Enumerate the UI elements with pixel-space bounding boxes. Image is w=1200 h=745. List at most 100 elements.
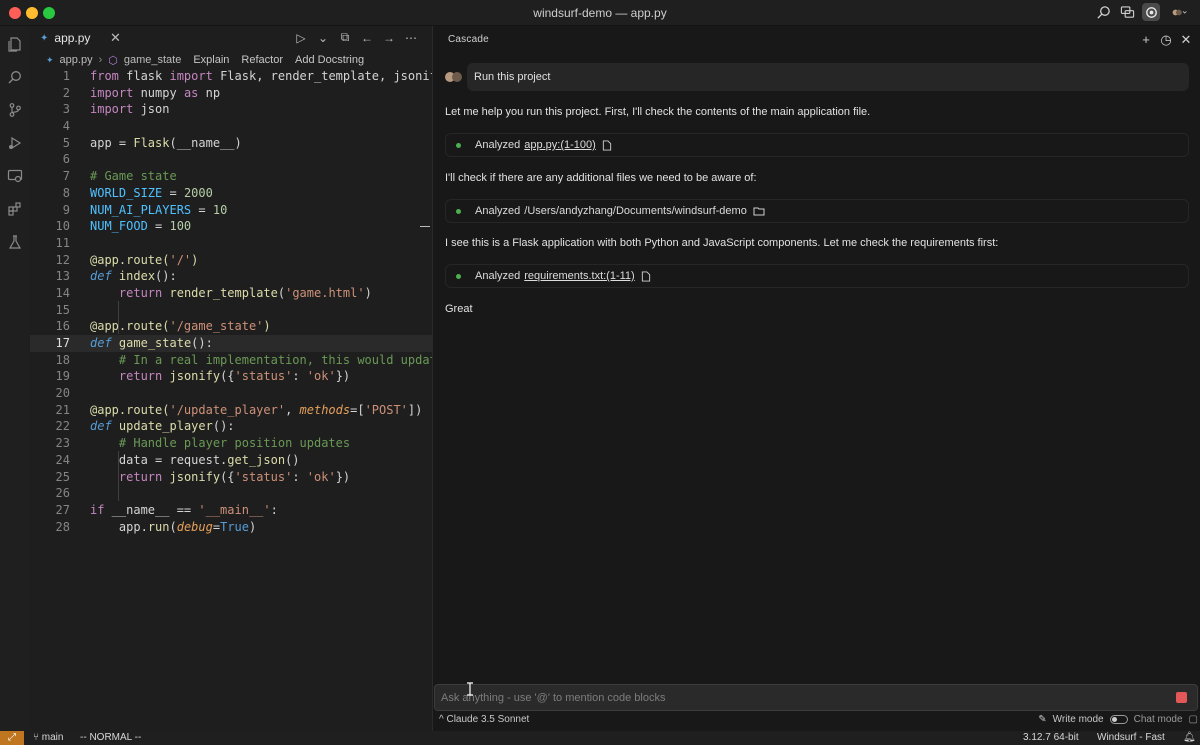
search-icon[interactable] xyxy=(1094,3,1112,21)
code-line: 20 xyxy=(55,386,70,401)
stop-generation-button[interactable] xyxy=(1176,692,1187,703)
notifications-bell-icon[interactable]: 🔔︎ xyxy=(1183,732,1196,743)
step-label: Analyzed xyxy=(475,139,521,151)
success-status-icon xyxy=(456,273,461,279)
chat-mode-label[interactable]: Chat mode xyxy=(1134,714,1183,725)
success-status-icon xyxy=(456,142,461,148)
assistant-message: I'll check if there are any additional f… xyxy=(445,172,757,184)
source-control-icon[interactable] xyxy=(5,100,25,120)
code-line: 9 NUM_AI_PLAYERS = 10 xyxy=(62,202,228,217)
testing-flask-icon[interactable] xyxy=(5,232,25,252)
breadcrumb-file[interactable]: app.py xyxy=(60,54,93,66)
remote-connection-icon[interactable]: ⤢ xyxy=(0,731,24,745)
code-line: 15 xyxy=(55,302,70,317)
code-line: 5 app = Flask(__name__) xyxy=(62,135,242,150)
code-line: 13 def index(): xyxy=(55,269,177,284)
tool-step-analyzed[interactable]: Analyzed /Users/andyzhang/Documents/wind… xyxy=(445,199,1189,223)
code-line: 23 # Handle player position updates xyxy=(55,436,351,451)
file-icon xyxy=(602,139,611,151)
code-line: 4 xyxy=(62,119,70,134)
user-message-bubble: Run this project xyxy=(467,63,1189,91)
user-avatar-icon xyxy=(445,72,462,82)
run-options-chevron-icon[interactable]: ⌄ xyxy=(316,31,330,45)
new-conversation-icon[interactable]: + xyxy=(1140,32,1152,48)
code-line: 3 import json xyxy=(62,102,170,117)
windsurf-status[interactable]: Windsurf - Fast xyxy=(1097,732,1165,743)
user-message: Run this project xyxy=(445,63,1189,91)
tool-step-analyzed[interactable]: Analyzed requirements.txt:(1-11) xyxy=(445,264,1189,288)
step-label: Analyzed xyxy=(475,270,521,282)
cascade-panel: Cascade + ◷ ✕ Run this project Let me he… xyxy=(432,26,1200,731)
breadcrumb: ✦ app.py › ⬡ game_state Explain Refactor… xyxy=(46,52,364,68)
code-line: 21 @app.route('/update_player', methods=[… xyxy=(55,402,423,417)
code-line: 2 import numpy as np xyxy=(62,85,221,100)
breadcrumb-symbol[interactable]: game_state xyxy=(124,54,181,66)
write-mode-label[interactable]: Write mode xyxy=(1053,714,1104,725)
mode-toggle[interactable] xyxy=(1109,715,1128,724)
edit-pencil-icon: ✎ xyxy=(1038,714,1047,725)
code-line: 14 return render_template('game.html') xyxy=(55,285,372,300)
python-interpreter[interactable]: 3.12.7 64-bit xyxy=(1023,732,1079,743)
tab-app-py[interactable]: ✦ app.py ✕ xyxy=(40,26,140,50)
close-tab-icon[interactable]: ✕ xyxy=(110,30,121,46)
step-file-link[interactable]: app.py:(1-100) xyxy=(524,139,596,151)
code-line: 24 data = request.get_json() xyxy=(55,452,300,467)
account-avatar-icon[interactable] xyxy=(1166,3,1192,21)
code-line: 27 if __name__ == '__main__': xyxy=(55,502,278,517)
code-line: 8 WORLD_SIZE = 2000 xyxy=(62,185,213,200)
codelens-refactor[interactable]: Refactor xyxy=(241,54,283,66)
code-line: 26 xyxy=(55,486,70,501)
git-branch-icon: ⑂ xyxy=(33,732,42,743)
code-line: 7 # Game state xyxy=(62,169,177,184)
history-icon[interactable]: ◷ xyxy=(1160,32,1172,48)
chat-bubble-icon: ▢ xyxy=(1188,714,1198,725)
code-area[interactable]: 1 from flask import Flask, render_templat… xyxy=(30,68,452,535)
breadcrumb-separator-icon: › xyxy=(98,54,103,66)
code-line: 22 def update_player(): xyxy=(55,419,235,434)
chat-icon[interactable] xyxy=(1118,3,1136,21)
chat-input-container xyxy=(434,684,1198,711)
go-forward-icon[interactable]: → xyxy=(382,31,396,45)
activity-bar xyxy=(0,26,30,731)
code-line: 12 @app.route('/') xyxy=(55,252,199,267)
chat-input[interactable] xyxy=(441,690,1161,706)
cascade-title: Cascade xyxy=(448,34,489,45)
code-line: 6 xyxy=(62,152,70,167)
code-line: 18 # In a real implementation, this woul… xyxy=(55,352,445,367)
search-view-icon[interactable] xyxy=(5,67,25,87)
code-line: 25 return jsonify({'status': 'ok'}) xyxy=(55,469,351,484)
code-line: 19 return jsonify({'status': 'ok'}) xyxy=(55,369,351,384)
vim-mode-indicator: -- NORMAL -- xyxy=(80,732,142,743)
file-icon xyxy=(641,270,650,282)
git-branch[interactable]: ⑂ main xyxy=(33,732,63,743)
extensions-icon[interactable] xyxy=(5,199,25,219)
tool-step-analyzed[interactable]: Analyzed app.py:(1-100) xyxy=(445,133,1189,157)
scroll-position-marker xyxy=(420,226,430,227)
code-line: 28 app.run(debug=True) xyxy=(55,519,257,534)
remote-explorer-icon[interactable] xyxy=(5,166,25,186)
code-line-current: 17 def game_state(): xyxy=(30,335,432,352)
mouse-ibeam-cursor-icon xyxy=(467,682,473,696)
python-file-icon: ✦ xyxy=(46,54,54,65)
assistant-message: I see this is a Flask application with b… xyxy=(445,237,999,249)
assistant-message: Great xyxy=(445,303,473,315)
explorer-icon[interactable] xyxy=(5,34,25,54)
run-file-icon[interactable]: ▷ xyxy=(294,31,308,45)
split-editor-icon[interactable]: ⧉ xyxy=(338,30,352,45)
status-bar: ⤢ ⑂ main -- NORMAL -- 3.12.7 64-bit Wind… xyxy=(0,731,1200,745)
editor-tab-bar: ✦ app.py ✕ ▷ ⌄ ⧉ ← → ⋯ xyxy=(30,26,432,50)
step-file-link[interactable]: requirements.txt:(1-11) xyxy=(524,270,634,282)
code-line: 1 from flask import Flask, render_templat… xyxy=(62,69,452,83)
windsurf-logo-icon[interactable] xyxy=(1142,3,1160,21)
python-file-icon: ✦ xyxy=(40,32,49,44)
run-debug-icon[interactable] xyxy=(5,133,25,153)
code-line: 16 @app.route('/game_state') xyxy=(55,319,271,334)
codelens-add-docstring[interactable]: Add Docstring xyxy=(295,54,364,66)
go-back-icon[interactable]: ← xyxy=(360,31,374,45)
step-folder-path[interactable]: /Users/andyzhang/Documents/windsurf-demo xyxy=(524,205,747,217)
codelens-explain[interactable]: Explain xyxy=(193,54,229,66)
close-panel-icon[interactable]: ✕ xyxy=(1180,32,1192,48)
code-line: 10 NUM_FOOD = 100 xyxy=(55,219,192,234)
more-actions-icon[interactable]: ⋯ xyxy=(404,31,418,45)
model-selector[interactable]: ^ Claude 3.5 Sonnet xyxy=(439,714,529,725)
